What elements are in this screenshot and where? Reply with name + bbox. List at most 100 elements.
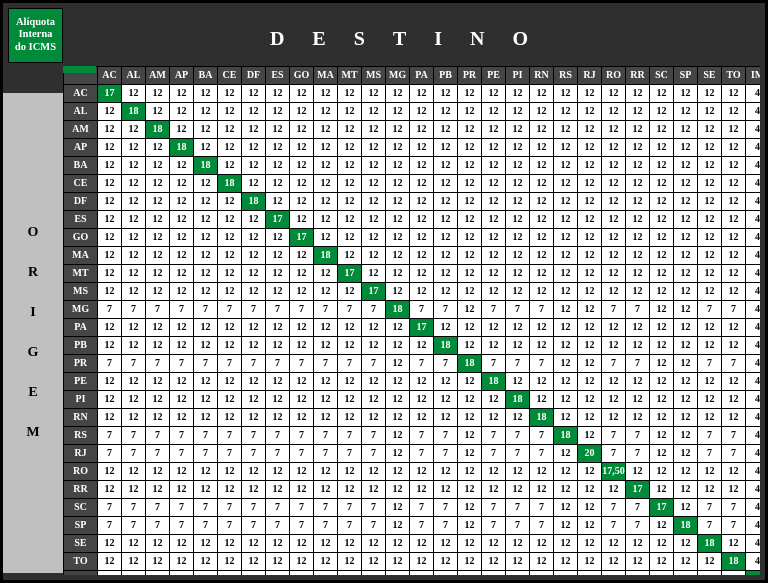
cell-CE-AC: 12: [98, 175, 122, 193]
cell-RS-MT: 7: [338, 427, 362, 445]
cell-PI-AC: 12: [98, 391, 122, 409]
cell-MS-PA: 12: [410, 283, 434, 301]
cell-AM-AM: 18: [146, 121, 170, 139]
cell-SP-PI: 7: [506, 517, 530, 535]
cell-SC-IM: 4: [746, 499, 761, 517]
cell-PE-MS: 12: [362, 373, 386, 391]
cell-MA-RS: 12: [554, 247, 578, 265]
cell-PB-RN: 12: [530, 337, 554, 355]
cell-RN-DF: 12: [242, 409, 266, 427]
cell-IM-SC: 4: [650, 571, 674, 576]
cell-RO-DF: 12: [242, 463, 266, 481]
cell-SE-CE: 12: [218, 535, 242, 553]
cell-RR-MT: 12: [338, 481, 362, 499]
cell-RR-PE: 12: [482, 481, 506, 499]
cell-SE-PI: 12: [506, 535, 530, 553]
cell-RJ-RJ: 20: [578, 445, 602, 463]
cell-PR-RJ: 12: [578, 355, 602, 373]
cell-AM-MS: 12: [362, 121, 386, 139]
cell-RJ-RO: 7: [602, 445, 626, 463]
cell-PA-PB: 12: [434, 319, 458, 337]
cell-AC-AL: 12: [122, 85, 146, 103]
cell-AP-PR: 12: [458, 139, 482, 157]
cell-SC-SP: 12: [674, 499, 698, 517]
cell-DF-RN: 12: [530, 193, 554, 211]
cell-PA-SE: 12: [698, 319, 722, 337]
cell-PE-IM: 4: [746, 373, 761, 391]
cell-GO-MG: 12: [386, 229, 410, 247]
cell-RJ-TO: 7: [722, 445, 746, 463]
cell-PI-PA: 12: [410, 391, 434, 409]
cell-SE-SC: 12: [650, 535, 674, 553]
cell-DF-TO: 12: [722, 193, 746, 211]
cell-SC-PR: 12: [458, 499, 482, 517]
cell-GO-MT: 12: [338, 229, 362, 247]
cell-RJ-PE: 7: [482, 445, 506, 463]
cell-AL-MG: 12: [386, 103, 410, 121]
cell-SE-AM: 12: [146, 535, 170, 553]
cell-DF-AP: 12: [170, 193, 194, 211]
cell-MS-MS: 17: [362, 283, 386, 301]
cell-DF-RR: 12: [626, 193, 650, 211]
cell-SC-TO: 7: [722, 499, 746, 517]
cell-PB-ES: 12: [266, 337, 290, 355]
cell-MS-RS: 12: [554, 283, 578, 301]
cell-RN-RR: 12: [626, 409, 650, 427]
cell-SP-GO: 7: [290, 517, 314, 535]
cell-TO-RO: 12: [602, 553, 626, 571]
cell-AL-PB: 12: [434, 103, 458, 121]
cell-MG-RN: 7: [530, 301, 554, 319]
cell-AL-CE: 12: [218, 103, 242, 121]
cell-PB-AM: 12: [146, 337, 170, 355]
cell-MT-MA: 12: [314, 265, 338, 283]
cell-PE-TO: 12: [722, 373, 746, 391]
row-header-MA: MA: [64, 247, 98, 265]
cell-PE-MG: 12: [386, 373, 410, 391]
cell-RS-AL: 7: [122, 427, 146, 445]
cell-RS-PE: 7: [482, 427, 506, 445]
cell-RN-AP: 12: [170, 409, 194, 427]
col-header-DF: DF: [242, 67, 266, 85]
cell-BA-SC: 12: [650, 157, 674, 175]
cell-MS-PB: 12: [434, 283, 458, 301]
cell-RN-PE: 12: [482, 409, 506, 427]
cell-PE-PA: 12: [410, 373, 434, 391]
table-container: ACALAMAPBACEDFESGOMAMTMSMGPAPBPRPEPIRNRS…: [63, 66, 760, 575]
cell-PB-MS: 12: [362, 337, 386, 355]
cell-SP-MT: 7: [338, 517, 362, 535]
cell-AC-DF: 12: [242, 85, 266, 103]
cell-PI-PI: 18: [506, 391, 530, 409]
col-header-PI: PI: [506, 67, 530, 85]
cell-SE-TO: 12: [722, 535, 746, 553]
cell-MS-SC: 12: [650, 283, 674, 301]
cell-AP-AM: 12: [146, 139, 170, 157]
cell-SP-MG: 12: [386, 517, 410, 535]
row-header-MG: MG: [64, 301, 98, 319]
cell-SC-ES: 7: [266, 499, 290, 517]
cell-PR-BA: 7: [194, 355, 218, 373]
cell-RO-PB: 12: [434, 463, 458, 481]
cell-PE-RS: 12: [554, 373, 578, 391]
cell-MA-AP: 12: [170, 247, 194, 265]
col-header-BA: BA: [194, 67, 218, 85]
cell-PB-AL: 12: [122, 337, 146, 355]
cell-MA-SP: 12: [674, 247, 698, 265]
row-header-RN: RN: [64, 409, 98, 427]
cell-PA-PA: 17: [410, 319, 434, 337]
cell-RN-AC: 12: [98, 409, 122, 427]
cell-MS-PR: 12: [458, 283, 482, 301]
cell-SP-BA: 7: [194, 517, 218, 535]
cell-AL-PI: 12: [506, 103, 530, 121]
cell-ES-AL: 12: [122, 211, 146, 229]
cell-PR-TO: 7: [722, 355, 746, 373]
cell-TO-RN: 12: [530, 553, 554, 571]
cell-SC-MG: 12: [386, 499, 410, 517]
cell-SP-AM: 7: [146, 517, 170, 535]
cell-RJ-SC: 12: [650, 445, 674, 463]
cell-AL-PR: 12: [458, 103, 482, 121]
cell-RN-AM: 12: [146, 409, 170, 427]
cell-AM-IM: 4: [746, 121, 761, 139]
cell-AM-DF: 12: [242, 121, 266, 139]
col-header-SC: SC: [650, 67, 674, 85]
col-header-GO: GO: [290, 67, 314, 85]
